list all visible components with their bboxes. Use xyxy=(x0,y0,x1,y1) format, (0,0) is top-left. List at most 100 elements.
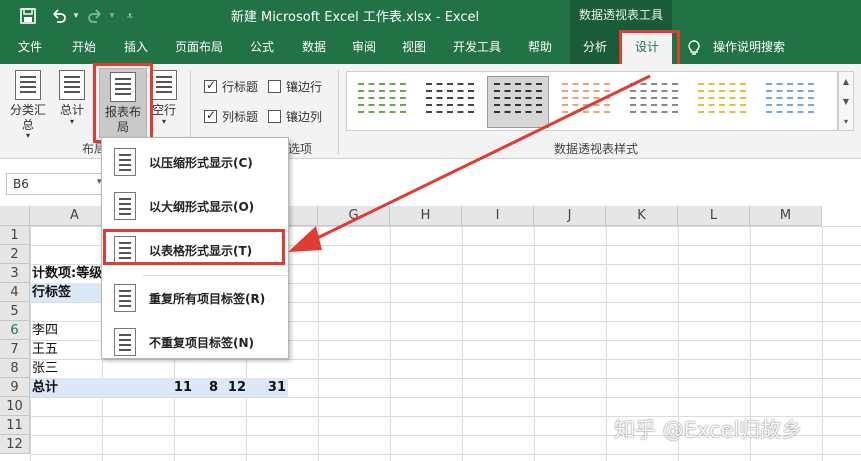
col-headers-label: 列标题 xyxy=(222,110,259,124)
tab-view[interactable]: 视图 xyxy=(392,31,436,64)
row-headers-checkbox[interactable]: 行标题 xyxy=(204,78,258,95)
group-divider xyxy=(338,70,339,154)
menu-item-no-repeat-labels[interactable]: 不重复项目标签(N) xyxy=(102,320,288,364)
customize-qat-icon[interactable]: ⩡ xyxy=(124,6,136,26)
gallery-scroll-buttons[interactable]: ▲ ▼ ▾ xyxy=(838,71,854,131)
column-header-h[interactable]: H xyxy=(390,206,462,226)
banded-rows-label: 镶边行 xyxy=(286,80,323,94)
row-header-4[interactable]: 4 xyxy=(0,283,30,302)
column-header-j[interactable]: J xyxy=(534,206,606,226)
cell-a7[interactable]: 张三 xyxy=(32,359,102,378)
tab-insert[interactable]: 插入 xyxy=(114,31,158,64)
cell-d8[interactable]: 12 xyxy=(222,378,246,397)
row-header-5[interactable]: 5 xyxy=(0,302,30,321)
column-header-i[interactable]: I xyxy=(462,206,534,226)
row-header-3[interactable]: 3 xyxy=(0,264,30,283)
pivot-styles-group-label: 数据透视表样式 xyxy=(554,142,639,156)
cell-e8[interactable]: 31 xyxy=(254,378,286,397)
no-repeat-labels-icon xyxy=(114,328,136,356)
banded-cols-checkbox[interactable]: 镶边列 xyxy=(268,108,322,125)
menu-item-label: 以大纲形式显示(O) xyxy=(149,200,255,214)
watermark: 知乎 @Excel归故乡 xyxy=(614,418,803,442)
style-swatch[interactable] xyxy=(351,76,413,128)
cell-c8[interactable]: 8 xyxy=(196,378,218,397)
row-header-9[interactable]: 9 xyxy=(0,378,30,397)
column-header-k[interactable]: K xyxy=(606,206,678,226)
style-swatch[interactable] xyxy=(691,76,753,128)
undo-dropdown-icon[interactable]: ▾ xyxy=(70,6,82,26)
menu-item-label: 重复所有项目标签(R) xyxy=(149,292,266,306)
style-swatch[interactable] xyxy=(759,76,821,128)
col-headers-checkbox[interactable]: 列标题 xyxy=(204,108,258,125)
save-icon[interactable] xyxy=(18,6,38,26)
grand-totals-button[interactable]: 总计 ▾ xyxy=(54,70,90,138)
tab-help[interactable]: 帮助 xyxy=(518,31,562,64)
tell-me-search[interactable]: 操作说明搜索 xyxy=(708,31,790,64)
name-box-value: B6 xyxy=(13,177,29,191)
checkbox-icon xyxy=(268,110,281,123)
banded-rows-checkbox[interactable]: 镶边行 xyxy=(268,78,322,95)
column-header-g[interactable]: G xyxy=(318,206,390,226)
tab-analyze[interactable]: 分析 xyxy=(570,31,620,64)
tab-review[interactable]: 审阅 xyxy=(342,31,386,64)
name-box[interactable]: B6 ▾ xyxy=(6,173,106,195)
row-header-12[interactable]: 12 xyxy=(0,435,30,454)
grand-totals-icon xyxy=(59,70,85,100)
chevron-down-icon: ▾ xyxy=(25,131,30,140)
redo-icon[interactable] xyxy=(86,6,106,26)
grand-totals-label: 总计 xyxy=(59,103,84,117)
menu-item-label: 以压缩形式显示(C) xyxy=(149,156,253,170)
lightbulb-icon xyxy=(684,31,704,64)
undo-icon[interactable] xyxy=(48,6,68,26)
row-header-2[interactable]: 2 xyxy=(0,245,30,264)
row-header-10[interactable]: 10 xyxy=(0,397,30,416)
tab-home[interactable]: 开始 xyxy=(62,31,106,64)
repeat-labels-icon xyxy=(114,284,136,312)
pivot-table-tools-label: 数据透视表工具 xyxy=(570,0,672,31)
row-header-6[interactable]: 6 xyxy=(0,321,30,340)
report-layout-highlight xyxy=(93,63,153,143)
subtotals-icon xyxy=(15,70,41,100)
tab-data[interactable]: 数据 xyxy=(292,31,336,64)
cell-a3[interactable]: 计数项:等级 xyxy=(32,264,102,283)
tab-developer[interactable]: 开发工具 xyxy=(446,31,508,64)
cell-a4[interactable]: 行标签 xyxy=(32,283,102,302)
ribbon-tabs: 文件 开始 插入 页面布局 公式 数据 审阅 视图 开发工具 帮助 分析 设计 … xyxy=(0,31,861,64)
banded-cols-label: 镶边列 xyxy=(286,110,323,124)
style-swatch[interactable] xyxy=(419,76,481,128)
select-all-corner[interactable] xyxy=(0,206,30,226)
menu-item-compact-form[interactable]: 以压缩形式显示(C) xyxy=(102,140,288,184)
chevron-down-icon: ▾ xyxy=(69,117,74,126)
menu-item-repeat-labels[interactable]: 重复所有项目标签(R) xyxy=(102,276,288,320)
cell-b8[interactable]: 11 xyxy=(150,378,192,397)
subtotals-label: 分类汇 总 xyxy=(9,103,46,132)
title-bar: ▾ ▾ ⩡ 新建 Microsoft Excel 工作表.xlsx - Exce… xyxy=(0,0,861,31)
column-header-l[interactable]: L xyxy=(678,206,750,226)
style-swatch[interactable] xyxy=(623,76,685,128)
redo-dropdown-icon[interactable]: ▾ xyxy=(106,6,118,26)
cell-a5[interactable]: 李四 xyxy=(32,321,102,340)
window-title: 新建 Microsoft Excel 工作表.xlsx - Excel xyxy=(230,10,480,25)
cell-a8[interactable]: 总计 xyxy=(32,378,102,397)
tabular-form-highlight xyxy=(103,229,285,265)
row-header-11[interactable]: 11 xyxy=(0,416,30,435)
tab-formulas[interactable]: 公式 xyxy=(240,31,284,64)
row-header-8[interactable]: 8 xyxy=(0,359,30,378)
checkbox-checked-icon xyxy=(204,108,217,123)
checkbox-checked-icon xyxy=(204,78,217,93)
row-header-1[interactable]: 1 xyxy=(0,226,30,245)
tab-page-layout[interactable]: 页面布局 xyxy=(168,31,230,64)
checkbox-icon xyxy=(268,80,281,93)
menu-item-label: 不重复项目标签(N) xyxy=(149,336,255,350)
blank-rows-icon xyxy=(151,70,177,100)
column-header-m[interactable]: M xyxy=(750,206,822,226)
style-swatch[interactable] xyxy=(555,76,617,128)
subtotals-button[interactable]: 分类汇 总 ▾ xyxy=(6,70,50,140)
cell-a6[interactable]: 王五 xyxy=(32,340,102,359)
pivot-styles-gallery xyxy=(346,71,838,131)
style-swatch-selected[interactable] xyxy=(487,76,549,128)
tab-file[interactable]: 文件 xyxy=(8,31,52,64)
menu-item-outline-form[interactable]: 以大纲形式显示(O) xyxy=(102,184,288,228)
outline-form-icon xyxy=(114,192,136,220)
row-header-7[interactable]: 7 xyxy=(0,340,30,359)
